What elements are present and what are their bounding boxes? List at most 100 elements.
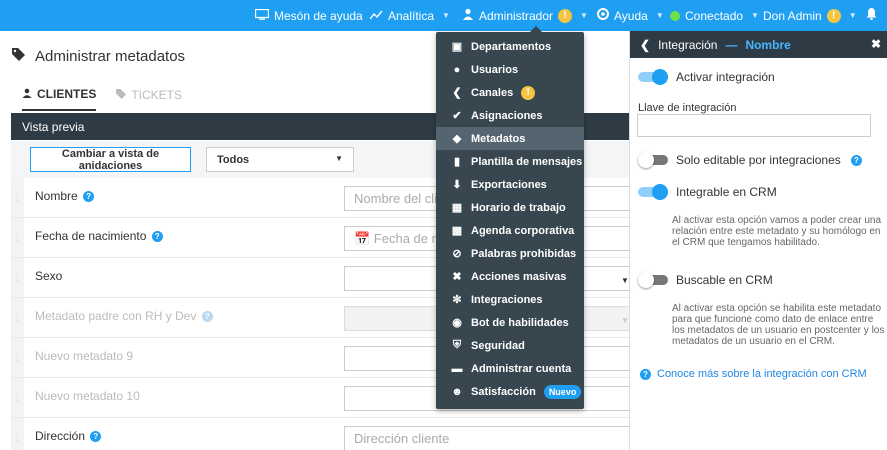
check-circle-icon: ✔ (452, 110, 462, 122)
ban-icon: ⊘ (452, 248, 462, 260)
filter-value: Todos (217, 154, 250, 166)
menu-item-bot[interactable]: ◉ Bot de habilidades (436, 311, 584, 334)
only-editable-toggle[interactable] (638, 152, 668, 168)
smile-icon: ☻ (451, 385, 463, 398)
row-label-text: Metadato padre con RH y Dev (35, 309, 197, 323)
menu-item-departamentos[interactable]: ▣ Departamentos (436, 35, 584, 58)
briefcase-icon: ▣ (451, 41, 463, 53)
menu-item-exportaciones[interactable]: ⬇ Exportaciones (436, 173, 584, 196)
menu-item-label: Metadatos (471, 132, 526, 145)
menu-item-satisfaccion[interactable]: ☻ Satisfacción Nuevo (436, 380, 584, 403)
integration-key-input[interactable] (637, 114, 871, 137)
status-nav[interactable]: Conectado ▼ (670, 0, 759, 31)
menu-item-plantilla[interactable]: ▮ Plantilla de mensajes (436, 150, 584, 173)
top-navbar: Mesón de ayuda Analítica ▼ Administrador… (0, 0, 887, 31)
tab-clientes[interactable]: CLIENTES (22, 87, 97, 111)
menu-item-asignaciones[interactable]: ✔ Asignaciones (436, 104, 584, 127)
calendar-icon: ▦ (451, 202, 463, 214)
status-label: Conectado (685, 8, 744, 23)
drag-handle-icon[interactable]: ⋮ (11, 178, 24, 217)
drag-handle-icon[interactable]: ⋮ (11, 298, 24, 337)
notifications-bell[interactable] (866, 0, 877, 31)
crm-searchable-label: Buscable en CRM (676, 273, 773, 287)
menu-item-integraciones[interactable]: ✼ Integraciones (436, 288, 584, 311)
menu-item-label: Usuarios (471, 63, 519, 76)
tab-tickets[interactable]: TICKETS (116, 87, 182, 111)
help-icon[interactable]: ? (201, 311, 213, 323)
book-icon: ▮ (453, 156, 461, 168)
menu-item-agenda[interactable]: ▩ Agenda corporativa (436, 219, 584, 242)
menu-item-label: Plantilla de mensajes (471, 155, 583, 168)
crm-info-link[interactable]: ? Conoce más sobre la integración con CR… (638, 368, 867, 380)
drag-handle-icon[interactable]: ⋮ (11, 418, 24, 450)
crm-searchable-toggle[interactable] (638, 272, 668, 288)
question-circle-icon: ? (640, 368, 651, 380)
menu-item-label: Acciones masivas (471, 270, 567, 283)
menu-item-label: Asignaciones (471, 109, 543, 122)
admin-label: Administrador (479, 8, 554, 23)
chevron-down-icon: ▼ (848, 11, 857, 20)
activate-integration-label: Activar integración (676, 70, 775, 84)
menu-item-label: Integraciones (471, 293, 543, 306)
page-title: Administrar metadatos (35, 48, 186, 65)
download-icon: ⬇ (452, 179, 462, 191)
activate-integration-toggle[interactable] (638, 69, 668, 85)
caret-down-icon: ▼ (335, 154, 343, 163)
row-label: Nuevo metadato 9 (35, 349, 134, 363)
ticket-tag-icon (116, 88, 127, 102)
metadata-tabs: CLIENTES TICKETS (22, 87, 182, 111)
help-icon[interactable]: ? (83, 191, 95, 203)
row-label-text: Nombre (35, 189, 78, 203)
menu-item-label: Administrar cuenta (471, 362, 572, 375)
filter-select[interactable]: Todos ▼ (206, 147, 354, 172)
help-label: Ayuda (614, 8, 648, 23)
drag-handle-icon[interactable]: ⋮ (11, 378, 24, 417)
chevron-down-icon: ▼ (751, 11, 759, 20)
preview-input[interactable]: Dirección cliente (344, 426, 631, 450)
menu-item-usuarios[interactable]: ● Usuarios (436, 58, 584, 81)
chevron-down-icon: ▼ (442, 11, 450, 20)
menu-item-label: Satisfacción (471, 385, 536, 398)
panel-field-name: Nombre (745, 37, 791, 52)
drag-handle-icon[interactable]: ⋮ (11, 258, 24, 297)
help-nav[interactable]: Ayuda ▼ (597, 0, 664, 31)
users-icon: ● (453, 63, 461, 76)
drag-handle-icon[interactable]: ⋮ (11, 338, 24, 377)
row-label: Fecha de nacimiento ? (35, 229, 163, 243)
back-chevron-icon[interactable]: ❮ (640, 38, 650, 52)
menu-item-label: Seguridad (471, 339, 525, 352)
menu-item-cuenta[interactable]: ▬ Administrar cuenta (436, 357, 584, 380)
help-icon[interactable]: ? (151, 231, 163, 243)
panel-header: ❮ Integración — Nombre ✖ (630, 31, 887, 58)
close-icon[interactable]: ✖ (871, 37, 881, 51)
chart-line-icon (369, 9, 383, 23)
row-label: Sexo (35, 269, 62, 283)
helpdesk-nav[interactable]: Mesón de ayuda (254, 0, 363, 31)
user-label: Don Admin (763, 8, 822, 23)
admin-dropdown-menu: ▣ Departamentos ● Usuarios ❮ Canales! ✔ Asig… (436, 26, 584, 409)
help-icon[interactable]: ? (90, 431, 102, 443)
only-editable-option: Solo editable por integraciones ? (638, 152, 862, 168)
toggle-nesting-view-button[interactable]: Cambiar a vista de anidaciones (30, 147, 191, 172)
user-nav[interactable]: Don Admin ! ▼ (763, 0, 857, 31)
tag-icon (12, 48, 25, 65)
menu-item-acciones[interactable]: ✖ Acciones masivas (436, 265, 584, 288)
menu-item-palabras[interactable]: ⊘ Palabras prohibidas (436, 242, 584, 265)
crm-integrable-toggle[interactable] (638, 184, 668, 200)
integration-key-label: Llave de integración (638, 102, 737, 114)
menu-item-metadatos[interactable]: ◆ Metadatos (436, 127, 584, 150)
user-alert-badge: ! (826, 8, 841, 23)
menu-item-label: Palabras prohibidas (471, 247, 577, 260)
analytics-nav[interactable]: Analítica ▼ (369, 0, 450, 31)
crm-info-link-text: Conoce más sobre la integración con CRM (657, 368, 867, 380)
menu-item-label: Agenda corporativa (471, 224, 575, 237)
chevron-down-icon: ▼ (580, 11, 588, 20)
admin-nav[interactable]: Administrador ! ▼ (462, 0, 588, 31)
crm-integrable-option: Integrable en CRM (638, 184, 777, 200)
menu-item-seguridad[interactable]: ⛨ Seguridad (436, 334, 584, 357)
crm-integrable-label: Integrable en CRM (676, 185, 777, 199)
help-icon[interactable]: ? (850, 154, 862, 166)
menu-item-horario[interactable]: ▦ Horario de trabajo (436, 196, 584, 219)
drag-handle-icon[interactable]: ⋮ (11, 218, 24, 257)
menu-item-canales[interactable]: ❮ Canales! (436, 81, 584, 104)
